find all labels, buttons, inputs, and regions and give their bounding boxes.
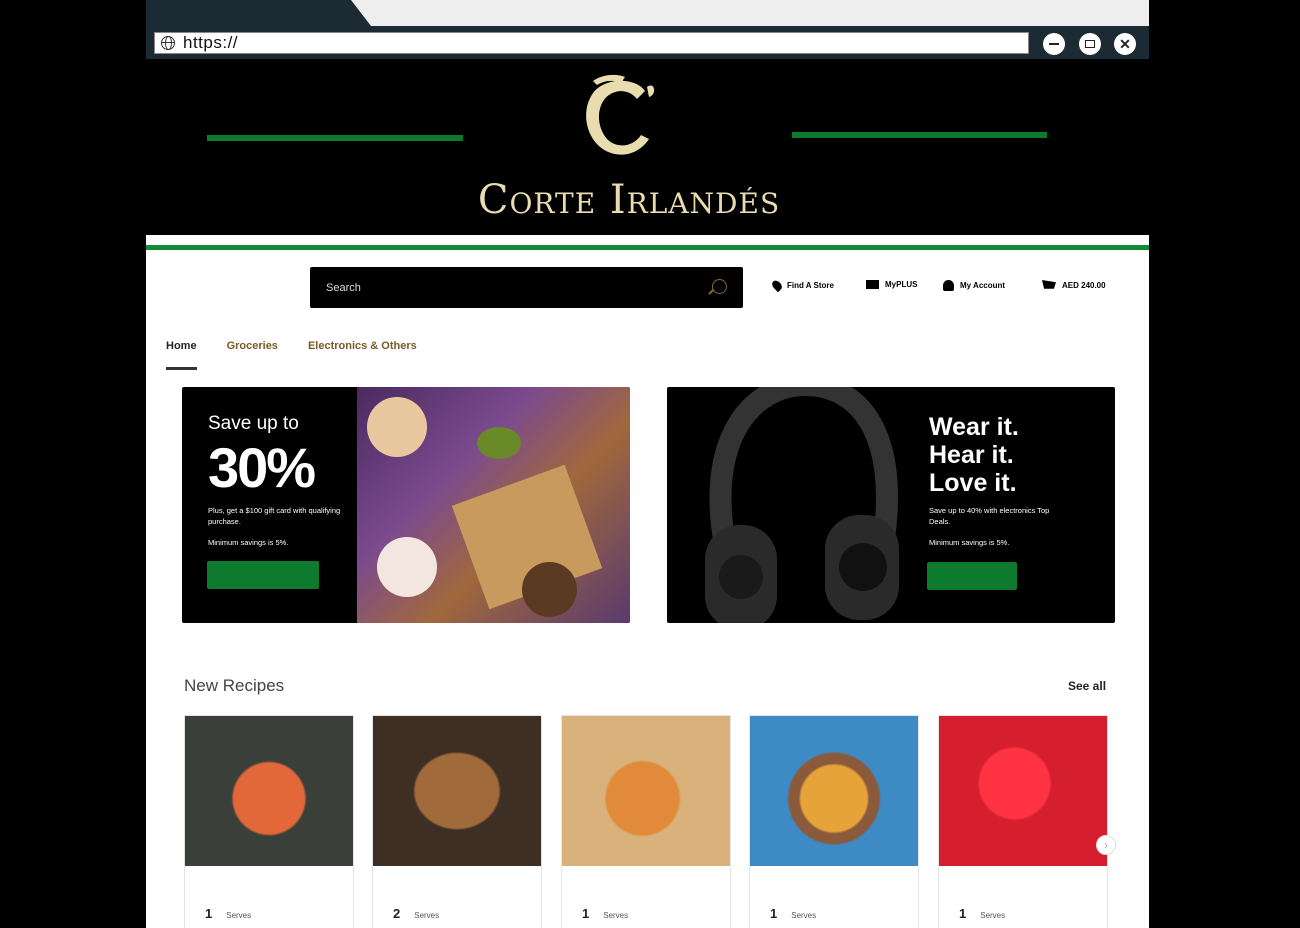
- brand-logo: [586, 74, 655, 155]
- recipe-serves-label: Serves: [226, 911, 252, 920]
- carousel-next-button[interactable]: ›: [1096, 835, 1116, 855]
- promo-title-line3: Love it.: [929, 469, 1017, 497]
- tab-groceries[interactable]: Groceries: [227, 340, 278, 370]
- recipe-image: [373, 716, 541, 866]
- address-bar[interactable]: https://: [154, 32, 1029, 54]
- recipe-serves-count: 1: [582, 906, 590, 921]
- close-button[interactable]: ✕: [1114, 33, 1136, 55]
- cart-icon: [1042, 280, 1056, 289]
- promo-body-electronics: Save up to 40% with electronics Top Deal…: [929, 506, 1050, 526]
- restore-icon: [1085, 40, 1095, 48]
- recipe-serves-label: Serves: [791, 911, 817, 920]
- brand-name: Corte Irlandés: [477, 177, 781, 223]
- recipe-image: [939, 716, 1107, 866]
- headphones-image: [705, 387, 899, 623]
- recipe-card[interactable]: 1 Serves: [938, 715, 1108, 928]
- recipe-image: [185, 716, 353, 866]
- banner-line-left: [207, 135, 463, 141]
- location-pin-icon: [770, 278, 784, 293]
- green-divider: [146, 245, 1149, 250]
- promo-groceries[interactable]: Save up to 30% Plus, get a $100 gift car…: [182, 387, 630, 623]
- recipe-image: [750, 716, 918, 866]
- restore-button[interactable]: [1079, 33, 1101, 55]
- search-input[interactable]: Search: [310, 267, 743, 308]
- chevron-right-icon: ›: [1104, 838, 1108, 852]
- recipe-serves-count: 1: [205, 906, 213, 921]
- minimize-button[interactable]: [1043, 33, 1065, 55]
- promo-shop-electronics-button[interactable]: [927, 562, 1017, 590]
- minimize-icon: [1049, 43, 1059, 45]
- recipe-serves-count: 2: [393, 906, 401, 921]
- recipe-serves-label: Serves: [414, 911, 440, 920]
- section-title: New Recipes: [184, 676, 285, 695]
- tab-home[interactable]: Home: [166, 340, 197, 370]
- find-store-link[interactable]: Find A Store: [770, 278, 834, 293]
- promo-body: Plus, get a $100 gift card with qualifyi…: [208, 506, 341, 526]
- promo-title: Wear it. Hear it. Love it.: [929, 413, 1019, 497]
- search-icon[interactable]: [712, 279, 727, 294]
- recipe-serves-label: Serves: [603, 911, 629, 920]
- promo-title-line1: Wear it.: [929, 413, 1019, 441]
- food-photo: [357, 387, 630, 623]
- promo-percent: 30%: [208, 436, 316, 499]
- card-icon: [866, 280, 879, 289]
- recipe-card[interactable]: 2 Serves: [372, 715, 542, 928]
- see-all-link[interactable]: See all: [1068, 679, 1106, 693]
- tab-electronics[interactable]: Electronics & Others: [308, 340, 417, 370]
- brand-banner: Corte Irlandés: [146, 59, 1149, 235]
- globe-icon: [161, 36, 175, 50]
- recipe-card[interactable]: 1 Serves: [749, 715, 919, 928]
- my-account-link[interactable]: My Account: [943, 280, 1005, 291]
- recipe-serves-label: Serves: [980, 911, 1006, 920]
- promo-note: Minimum savings is 5%.: [208, 538, 289, 547]
- close-icon: ✕: [1119, 35, 1131, 52]
- recipe-image: [562, 716, 730, 866]
- recipe-card[interactable]: 1 Serves: [184, 715, 354, 928]
- my-account-label: My Account: [960, 281, 1006, 290]
- cart-link[interactable]: AED 240.00: [1042, 280, 1106, 291]
- browser-chrome: https:// ✕: [146, 0, 1149, 59]
- browser-window: https:// ✕ Corte Irlandés Search Find A …: [146, 0, 1149, 928]
- banner-line-right: [792, 132, 1047, 138]
- browser-tab[interactable]: [351, 0, 1149, 26]
- find-store-label: Find A Store: [787, 281, 834, 290]
- promo-shop-button[interactable]: [207, 561, 319, 589]
- url-text: https://: [183, 33, 239, 52]
- user-icon: [943, 280, 954, 291]
- promo-note-electronics: Minimum savings is 5%.: [929, 538, 1010, 547]
- promo-headline: Save up to: [208, 413, 299, 434]
- myplus-label: MyPLUS: [885, 280, 918, 289]
- cart-total: AED 240.00: [1062, 281, 1106, 290]
- search-placeholder: Search: [326, 281, 361, 294]
- recipe-serves-count: 1: [959, 906, 967, 921]
- recipe-serves-count: 1: [770, 906, 778, 921]
- main-nav: Home Groceries Electronics & Others: [166, 340, 417, 370]
- recipe-card[interactable]: 1 Serves: [561, 715, 731, 928]
- myplus-link[interactable]: MyPLUS: [866, 280, 917, 289]
- promo-title-line2: Hear it.: [929, 441, 1014, 469]
- promo-electronics[interactable]: Wear it. Hear it. Love it. Save up to 40…: [667, 387, 1115, 623]
